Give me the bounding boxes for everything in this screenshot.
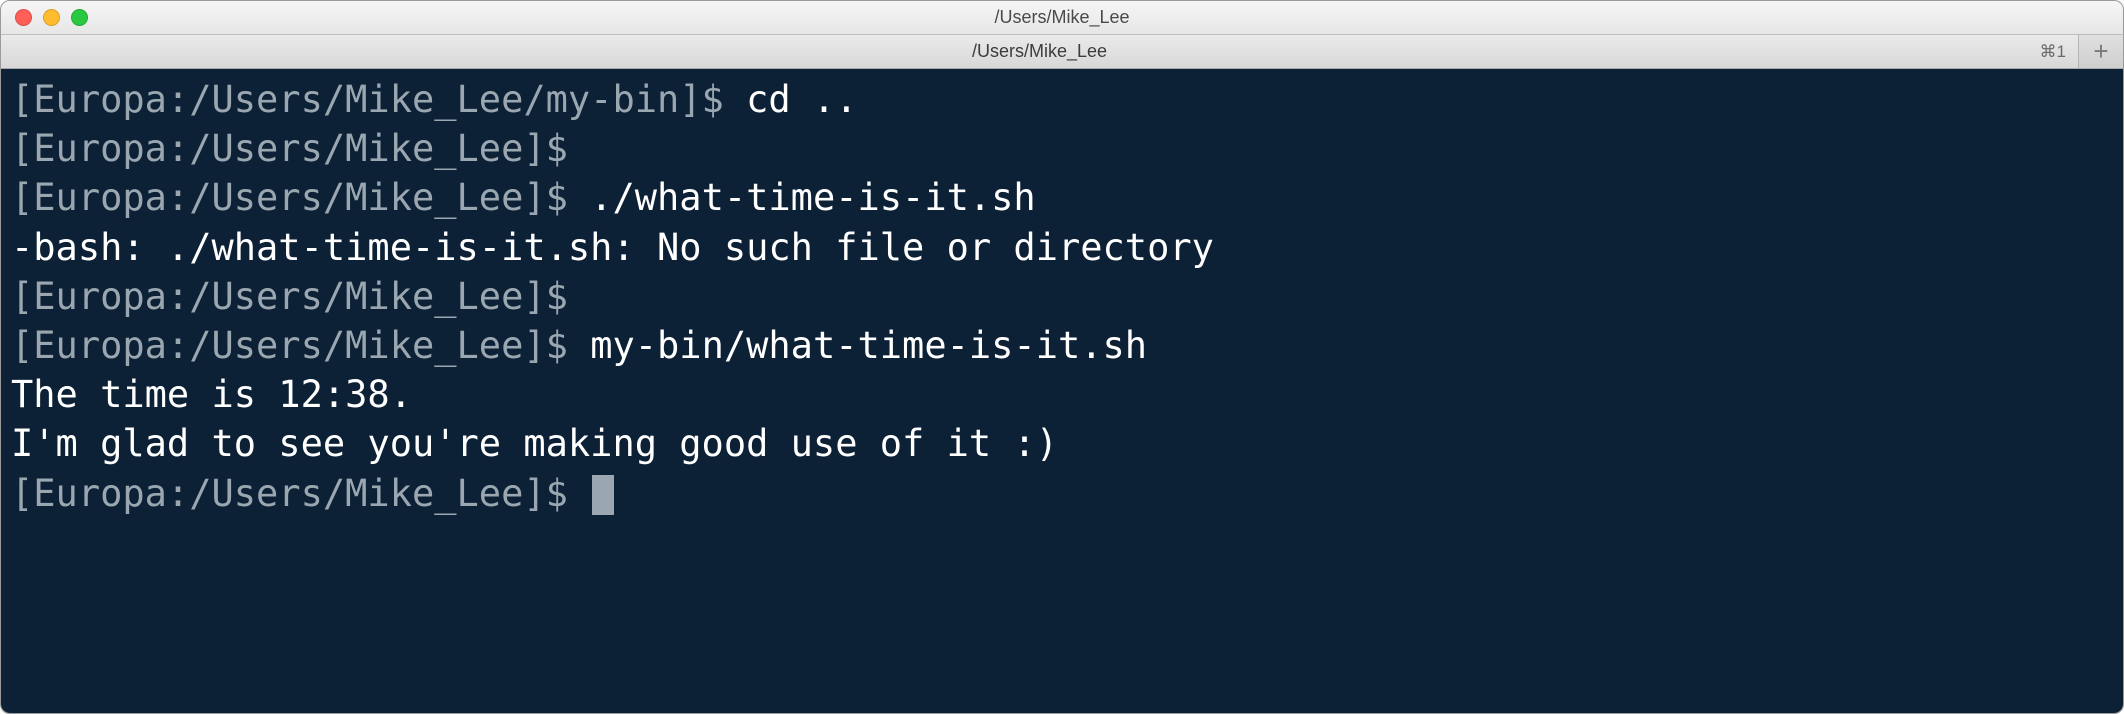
terminal-line: [Europa:/Users/Mike_Lee]$: [11, 272, 2113, 321]
terminal-body[interactable]: [Europa:/Users/Mike_Lee/my-bin]$ cd ..[E…: [1, 69, 2123, 713]
terminal-line: [Europa:/Users/Mike_Lee]$ ./what-time-is…: [11, 173, 2113, 222]
prompt: [Europa:/Users/Mike_Lee]$: [11, 275, 590, 318]
titlebar[interactable]: /Users/Mike_Lee: [1, 1, 2123, 35]
prompt: [Europa:/Users/Mike_Lee]$: [11, 324, 590, 367]
tab-title: /Users/Mike_Lee: [972, 41, 1107, 62]
output: -bash: ./what-time-is-it.sh: No such fil…: [11, 226, 1214, 269]
terminal-line: [Europa:/Users/Mike_Lee]$: [11, 469, 2113, 518]
terminal-line: I'm glad to see you're making good use o…: [11, 419, 2113, 468]
traffic-lights: [15, 9, 88, 26]
prompt: [Europa:/Users/Mike_Lee]$: [11, 472, 590, 515]
terminal-window: /Users/Mike_Lee /Users/Mike_Lee ⌘1 + [Eu…: [0, 0, 2124, 714]
zoom-icon[interactable]: [71, 9, 88, 26]
output: I'm glad to see you're making good use o…: [11, 422, 1058, 465]
cursor: [592, 475, 614, 515]
plus-icon: +: [2093, 36, 2108, 67]
command: ./what-time-is-it.sh: [590, 176, 1036, 219]
output: The time is 12:38.: [11, 373, 412, 416]
command: cd ..: [746, 78, 857, 121]
window-title: /Users/Mike_Lee: [1, 7, 2123, 28]
new-tab-button[interactable]: +: [2079, 35, 2123, 68]
tab-shortcut: ⌘1: [2040, 42, 2066, 62]
command: my-bin/what-time-is-it.sh: [590, 324, 1147, 367]
terminal-line: The time is 12:38.: [11, 370, 2113, 419]
close-icon[interactable]: [15, 9, 32, 26]
terminal-line: [Europa:/Users/Mike_Lee]$: [11, 124, 2113, 173]
tabbar: /Users/Mike_Lee ⌘1 +: [1, 35, 2123, 69]
prompt: [Europa:/Users/Mike_Lee]$: [11, 176, 590, 219]
terminal-line: [Europa:/Users/Mike_Lee]$ my-bin/what-ti…: [11, 321, 2113, 370]
terminal-line: -bash: ./what-time-is-it.sh: No such fil…: [11, 223, 2113, 272]
prompt: [Europa:/Users/Mike_Lee]$: [11, 127, 590, 170]
tab-1[interactable]: /Users/Mike_Lee ⌘1: [1, 35, 2079, 68]
terminal-line: [Europa:/Users/Mike_Lee/my-bin]$ cd ..: [11, 75, 2113, 124]
prompt: [Europa:/Users/Mike_Lee/my-bin]$: [11, 78, 746, 121]
minimize-icon[interactable]: [43, 9, 60, 26]
